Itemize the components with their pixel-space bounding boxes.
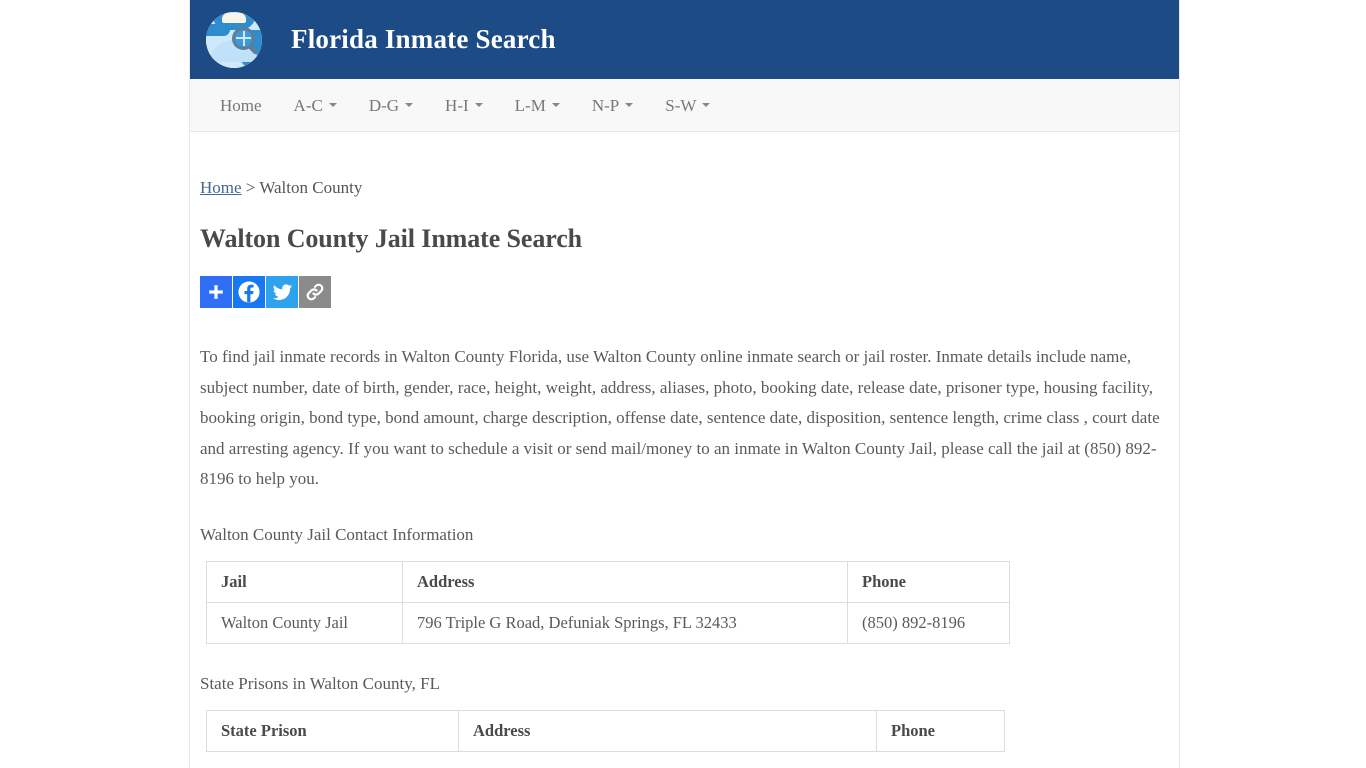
nav-item-label: L-M: [514, 95, 546, 115]
twitter-icon: [272, 283, 292, 300]
cell-jail-address: 796 Triple G Road, Defuniak Springs, FL …: [402, 601, 848, 644]
page-title: Walton County Jail Inmate Search: [200, 224, 583, 253]
nav-item-label: S-W: [665, 95, 697, 115]
nav-item-a-c[interactable]: A-C: [278, 80, 353, 131]
facebook-icon: [238, 281, 260, 303]
page-content: Home > Walton County Walton County Jail …: [190, 178, 1179, 752]
cell-jail-name: Walton County Jail: [206, 601, 403, 644]
plus-icon: [209, 285, 223, 299]
nav-item-n-p[interactable]: N-P: [576, 80, 649, 131]
chevron-down-icon: [405, 103, 414, 107]
chevron-down-icon: [474, 103, 483, 107]
share-buttons: [200, 276, 1167, 308]
site-title: Florida Inmate Search: [291, 24, 556, 54]
link-icon: [306, 283, 324, 301]
page-root: Florida Inmate Search Home A-C D-G H-I L…: [0, 0, 1366, 768]
contact-information-table: Jail Address Phone Walton County Jail 79…: [206, 560, 1010, 644]
globe-magnifier-icon: [206, 11, 262, 68]
twitter-share-button[interactable]: [266, 276, 298, 308]
copy-link-button[interactable]: [299, 276, 331, 308]
column-header-state-prison: State Prison: [206, 709, 459, 752]
breadcrumb-current: Walton County: [259, 178, 363, 197]
column-header-address: Address: [458, 709, 877, 752]
main-navigation: Home A-C D-G H-I L-M N-P S-W: [190, 79, 1179, 132]
nav-item-label: A-C: [293, 95, 323, 115]
addthis-share-button[interactable]: [200, 276, 232, 308]
nav-item-label: Home: [220, 95, 262, 115]
cell-jail-phone: (850) 892-8196: [847, 601, 1010, 644]
table-header-row: Jail Address Phone: [206, 560, 1010, 603]
nav-item-l-m[interactable]: L-M: [499, 80, 576, 131]
nav-item-label: D-G: [368, 95, 400, 115]
nav-item-label: H-I: [445, 95, 469, 115]
breadcrumb-link-home[interactable]: Home: [200, 178, 242, 197]
column-header-phone: Phone: [847, 560, 1010, 603]
state-prisons-table: State Prison Address Phone: [206, 709, 1005, 752]
nav-item-d-g[interactable]: D-G: [353, 80, 429, 131]
column-header-address: Address: [402, 560, 848, 603]
chevron-down-icon: [328, 103, 337, 107]
breadcrumb-separator: >: [241, 178, 260, 197]
column-header-phone: Phone: [876, 709, 1005, 752]
nav-item-home[interactable]: Home: [204, 80, 278, 131]
breadcrumb: Home > Walton County: [200, 178, 1167, 198]
intro-paragraph: To find jail inmate records in Walton Co…: [200, 347, 1160, 488]
chevron-down-icon: [625, 103, 634, 107]
facebook-share-button[interactable]: [233, 276, 265, 308]
table-row: Walton County Jail 796 Triple G Road, De…: [206, 601, 1010, 644]
nav-item-h-i[interactable]: H-I: [429, 80, 499, 131]
nav-item-label: N-P: [591, 95, 620, 115]
site-header: Florida Inmate Search: [190, 0, 1179, 79]
chevron-down-icon: [702, 103, 711, 107]
chevron-down-icon: [551, 103, 560, 107]
contact-section-heading: Walton County Jail Contact Information: [200, 524, 474, 544]
table-header-row: State Prison Address Phone: [206, 709, 1005, 752]
nav-item-s-w[interactable]: S-W: [649, 80, 726, 131]
site-container: Florida Inmate Search Home A-C D-G H-I L…: [189, 0, 1180, 768]
column-header-jail: Jail: [206, 560, 403, 603]
prison-section-heading: State Prisons in Walton County, FL: [200, 673, 440, 693]
